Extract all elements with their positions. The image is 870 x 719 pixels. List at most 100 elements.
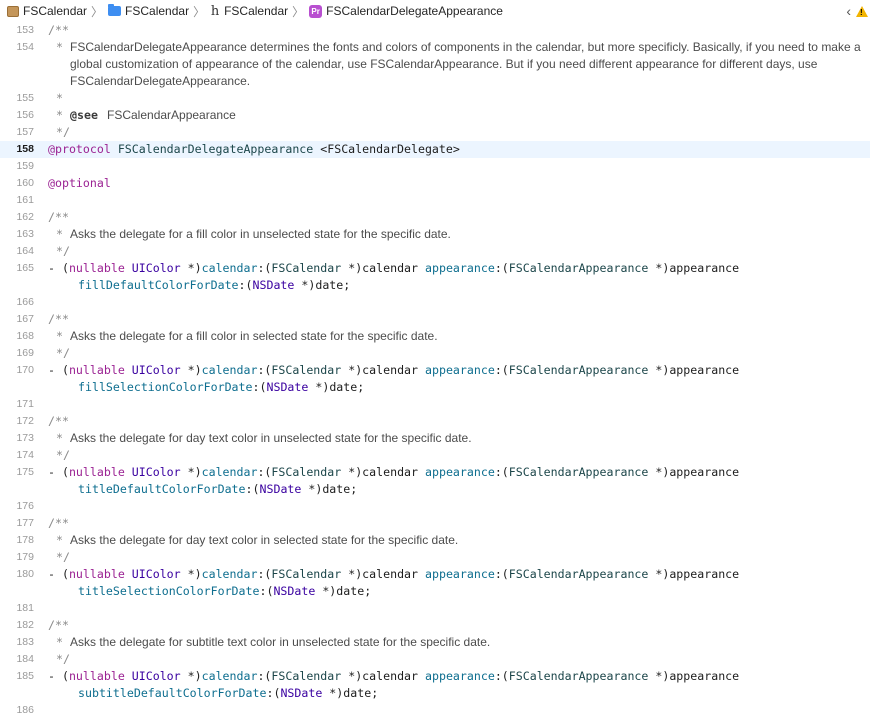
code-line: 164 */	[0, 243, 870, 260]
line-number: 175	[16, 466, 34, 478]
protocol-icon: Pr	[309, 4, 323, 18]
method-declaration: - (nullable UIColor *)calendar:(FSCalend…	[48, 362, 739, 379]
arg-appearance: *)appearance	[648, 363, 740, 377]
keyword-optional: @optional	[48, 176, 111, 190]
doc-comment-text: Asks the delegate for a fill color in se…	[70, 329, 438, 343]
line-number: 166	[16, 296, 34, 308]
code-line: 154 * FSCalendarDelegateAppearance deter…	[0, 39, 870, 90]
folder-icon	[108, 4, 122, 16]
protocol-conformance: <FSCalendarDelegate>	[320, 142, 460, 156]
colon: :(	[259, 584, 274, 598]
code-line: fillSelectionColorForDate:(NSDate *)date…	[0, 379, 870, 396]
arg-appearance: *)appearance	[648, 465, 740, 479]
line-number: 172	[16, 415, 34, 427]
code-line: 182 /**	[0, 617, 870, 634]
method-dash: -	[48, 465, 55, 479]
code-line: 186	[0, 702, 870, 719]
colon: :(	[245, 482, 260, 496]
code-line: 184 */	[0, 651, 870, 668]
keyword-nullable: nullable	[68, 363, 125, 377]
code-line: 183 * Asks the delegate for subtitle tex…	[0, 634, 870, 651]
doc-comment-open: /**	[48, 414, 69, 428]
type-fscalendarappearance: FSCalendarAppearance	[508, 363, 649, 377]
keyword-nullable: nullable	[68, 567, 125, 581]
line-number: 159	[16, 160, 34, 172]
code-line: 157 */	[0, 124, 870, 141]
code-line: 172 /**	[0, 413, 870, 430]
line-number: 179	[16, 551, 34, 563]
type-fscalendar: FSCalendar	[271, 669, 342, 683]
arg-calendar: *)calendar	[341, 465, 425, 479]
doc-comment-open: /**	[48, 23, 69, 37]
selector-calendar: calendar	[201, 363, 258, 377]
type-uicolor: UIColor	[131, 669, 181, 683]
paren: (	[61, 363, 69, 377]
method-declaration: - (nullable UIColor *)calendar:(FSCalend…	[48, 668, 739, 685]
warning-icon[interactable]: !	[856, 5, 868, 17]
doc-comment-star: *	[56, 227, 63, 241]
code-line: fillDefaultColorForDate:(NSDate *)date;	[0, 277, 870, 294]
line-number: 154	[16, 41, 34, 53]
code-line: 162 /**	[0, 209, 870, 226]
type-uicolor: UIColor	[131, 363, 181, 377]
type-uicolor: UIColor	[131, 261, 181, 275]
code-line: 155 *	[0, 90, 870, 107]
doc-comment-star: *	[56, 40, 63, 54]
code-line-current: 158 @protocol FSCalendarDelegateAppearan…	[0, 141, 870, 158]
breadcrumb-file-label: FSCalendar	[224, 4, 289, 18]
line-number: 167	[16, 313, 34, 325]
breadcrumb-project[interactable]: FSCalendar	[0, 4, 87, 18]
method-dash: -	[48, 669, 55, 683]
doc-comment-text: Asks the delegate for day text color in …	[70, 431, 472, 445]
line-number: 177	[16, 517, 34, 529]
doc-comment-open: /**	[48, 516, 69, 530]
breadcrumb-symbol[interactable]: Pr FSCalendarDelegateAppearance	[309, 4, 503, 18]
arg-appearance: *)appearance	[648, 261, 740, 275]
chevron-left-icon[interactable]: ‹	[846, 3, 851, 19]
code-line: 165 - (nullable UIColor *)calendar:(FSCa…	[0, 260, 870, 277]
paren: (	[61, 567, 69, 581]
line-number: 170	[16, 364, 34, 376]
keyword-nullable: nullable	[68, 261, 125, 275]
code-line: 176	[0, 498, 870, 515]
selector-appearance: appearance	[425, 465, 495, 479]
line-number: 155	[16, 92, 34, 104]
code-line: 153 /**	[0, 22, 870, 39]
doc-comment-text: FSCalendarDelegateAppearance determines …	[70, 40, 861, 88]
breadcrumb-file[interactable]: h FSCalendar	[210, 4, 288, 19]
colon: :(	[494, 261, 509, 275]
line-number: 169	[16, 347, 34, 359]
breadcrumb-group[interactable]: FSCalendar	[108, 4, 189, 18]
type-nsdate: NSDate	[280, 686, 323, 700]
selector-appearance: appearance	[425, 261, 495, 275]
doc-see-tag: @see	[70, 108, 98, 122]
paren: (	[61, 465, 69, 479]
selector-calendar: calendar	[201, 567, 258, 581]
colon: :(	[494, 363, 509, 377]
arg-date: *)date;	[308, 380, 365, 394]
selector-color-for-date: subtitleDefaultColorForDate	[78, 686, 267, 700]
colon: :(	[266, 686, 281, 700]
code-line: 163 * Asks the delegate for a fill color…	[0, 226, 870, 243]
protocol-declaration: @protocol FSCalendarDelegateAppearance <…	[48, 141, 460, 158]
line-number: 184	[16, 653, 34, 665]
code-line: 181	[0, 600, 870, 617]
arg-appearance: *)appearance	[648, 567, 740, 581]
method-declaration: - (nullable UIColor *)calendar:(FSCalend…	[48, 566, 739, 583]
code-line: 166	[0, 294, 870, 311]
method-continuation: titleDefaultColorForDate:(NSDate *)date;	[78, 481, 357, 498]
doc-comment-star: *	[56, 108, 63, 122]
doc-comment-close: */	[56, 346, 70, 360]
type-nsdate: NSDate	[266, 380, 309, 394]
code-line: titleSelectionColorForDate:(NSDate *)dat…	[0, 583, 870, 600]
doc-comment-close: */	[56, 244, 70, 258]
breadcrumb-separator-icon: 〉	[292, 4, 305, 19]
breadcrumb-symbol-label: FSCalendarDelegateAppearance	[326, 4, 503, 18]
line-number: 180	[16, 568, 34, 580]
arg-appearance: *)appearance	[648, 669, 740, 683]
method-declaration: - (nullable UIColor *)calendar:(FSCalend…	[48, 464, 739, 481]
colon: :(	[252, 380, 267, 394]
colon: :(	[494, 465, 509, 479]
colon: :(	[257, 567, 272, 581]
doc-comment-star: *	[56, 431, 63, 445]
